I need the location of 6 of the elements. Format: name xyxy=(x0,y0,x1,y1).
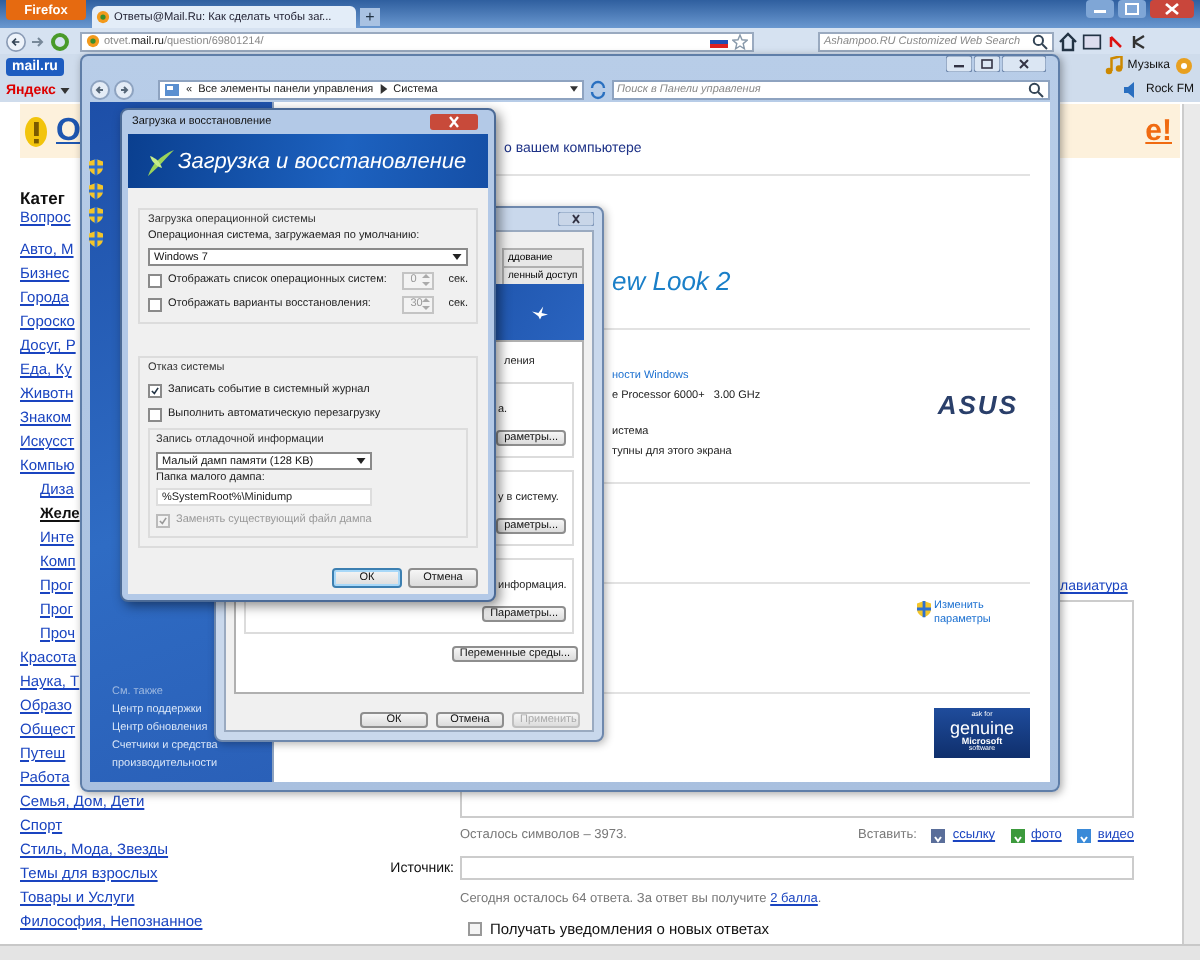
manufacturer-logo: ASUS xyxy=(937,390,1018,420)
badge-text: genuine xyxy=(949,719,1015,738)
banner-text: е! xyxy=(1145,114,1172,148)
edition-text: ew Look 2 xyxy=(612,266,731,296)
categories-heading: Катег xyxy=(20,190,65,206)
banner-title: Загрузка и восстановление xyxy=(178,149,467,173)
